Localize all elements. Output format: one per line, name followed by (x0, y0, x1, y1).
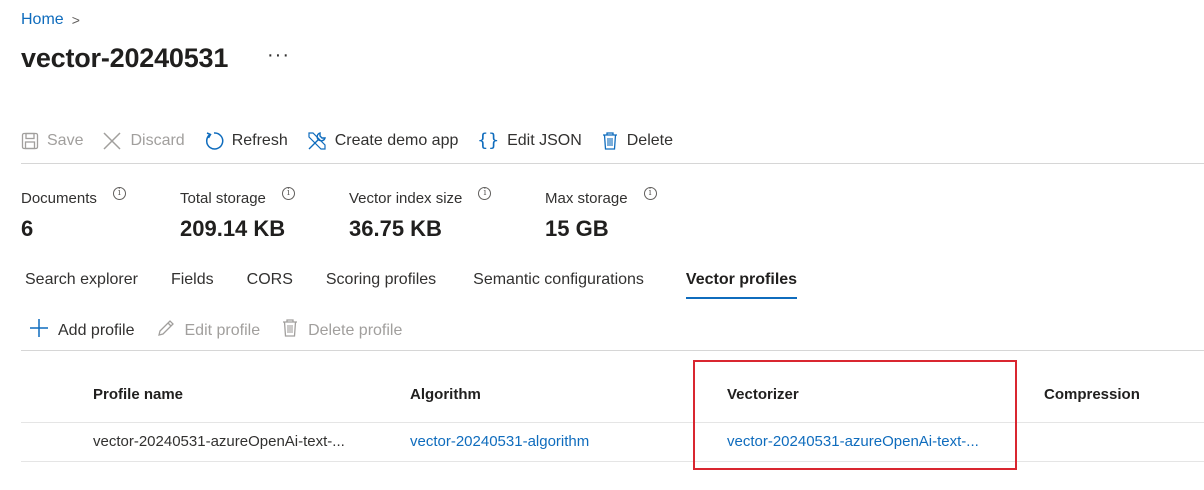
breadcrumb: Home > (21, 11, 80, 29)
trash-icon (601, 131, 619, 151)
page-title: vector-20240531 (21, 43, 229, 73)
stat-vector-index-size: Vector index size i 36.75 KB (349, 187, 492, 242)
stat-label: Documents (21, 190, 97, 207)
create-demo-app-button[interactable]: Create demo app (307, 131, 459, 151)
stat-value: 36.75 KB (349, 216, 442, 241)
wrench-icon (307, 131, 327, 151)
table-row-divider (21, 461, 1204, 462)
delete-label: Delete (626, 131, 673, 149)
trash-icon (281, 318, 299, 343)
delete-profile-button[interactable]: Delete profile (281, 318, 402, 343)
create-demo-app-label: Create demo app (334, 131, 459, 149)
column-header-algorithm[interactable]: Algorithm (410, 386, 481, 403)
stat-label: Total storage (180, 190, 266, 207)
toolbar-divider (21, 163, 1204, 164)
edit-profile-button[interactable]: Edit profile (156, 318, 261, 343)
info-icon[interactable]: i (112, 187, 126, 200)
chevron-right-icon: > (71, 12, 80, 28)
add-profile-button[interactable]: Add profile (29, 318, 135, 343)
tab-fields[interactable]: Fields (171, 271, 214, 299)
edit-json-label: Edit JSON (507, 131, 582, 149)
tab-cors[interactable]: CORS (247, 271, 293, 299)
save-label: Save (47, 131, 84, 149)
refresh-button[interactable]: Refresh (204, 131, 288, 151)
info-icon[interactable]: i (281, 187, 295, 200)
tab-semantic-configurations[interactable]: Semantic configurations (473, 271, 644, 299)
delete-profile-label: Delete profile (308, 321, 403, 339)
refresh-label: Refresh (231, 131, 288, 149)
pencil-icon (156, 318, 176, 343)
profile-toolbar: Add profile Edit profile Delete profile (29, 318, 423, 343)
info-icon[interactable]: i (478, 187, 492, 200)
tab-bar: Search explorer Fields CORS Scoring prof… (25, 271, 830, 299)
close-icon (102, 131, 122, 151)
save-button[interactable]: Save (21, 132, 83, 150)
stat-documents: Documents i 6 (21, 187, 126, 242)
stat-value: 15 GB (545, 216, 609, 241)
subtoolbar-divider (21, 350, 1204, 351)
info-icon[interactable]: i (643, 187, 657, 200)
discard-button[interactable]: Discard (102, 131, 185, 151)
stat-label: Vector index size (349, 190, 463, 207)
stat-value: 6 (21, 216, 34, 241)
stat-label: Max storage (545, 190, 628, 207)
more-options-button[interactable]: ··· (267, 44, 290, 67)
edit-json-button[interactable]: {} Edit JSON (477, 130, 581, 151)
edit-profile-label: Edit profile (184, 321, 261, 339)
tab-search-explorer[interactable]: Search explorer (25, 271, 138, 299)
stat-value: 209.14 KB (180, 216, 286, 241)
vectorizer-highlight-box (693, 360, 1017, 470)
plus-icon (29, 318, 49, 343)
refresh-icon (204, 131, 224, 151)
stat-total-storage: Total storage i 209.14 KB (180, 187, 295, 242)
cell-algorithm-link[interactable]: vector-20240531-algorithm (410, 433, 589, 450)
tab-scoring-profiles[interactable]: Scoring profiles (326, 271, 436, 299)
column-header-compression[interactable]: Compression (1044, 386, 1140, 403)
add-profile-label: Add profile (58, 321, 135, 339)
tab-vector-profiles[interactable]: Vector profiles (685, 271, 798, 299)
save-icon (21, 132, 39, 150)
column-header-profile-name[interactable]: Profile name (93, 386, 183, 403)
delete-button[interactable]: Delete (601, 131, 673, 151)
command-toolbar: Save Discard Refresh Create demo app {} … (21, 130, 692, 151)
table-header-divider (21, 422, 1204, 423)
braces-icon: {} (477, 130, 500, 151)
cell-profile-name[interactable]: vector-20240531-azureOpenAi-text-... (93, 433, 345, 450)
stat-max-storage: Max storage i 15 GB (545, 187, 657, 242)
discard-label: Discard (130, 131, 185, 149)
breadcrumb-home-link[interactable]: Home (21, 11, 64, 29)
